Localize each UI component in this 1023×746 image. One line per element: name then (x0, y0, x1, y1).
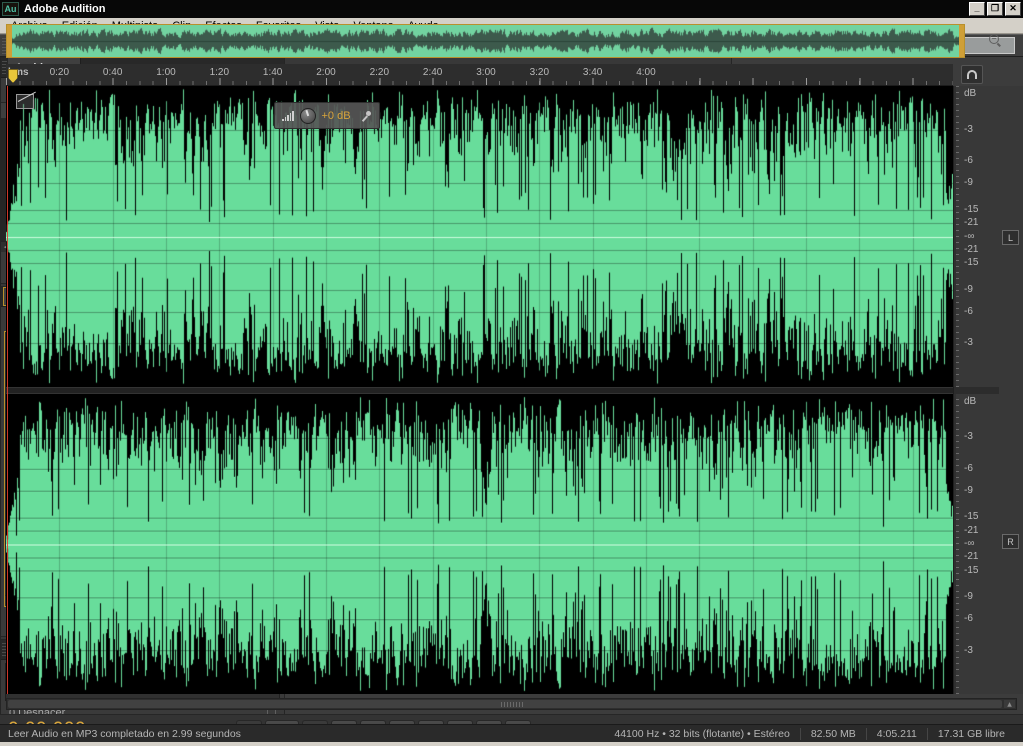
editor-hscrollbar[interactable]: ▲ (6, 698, 1017, 710)
editor-panel: Editor: CantoMama3(original).mp3 ▼ × ▾≡ … (0, 0, 732, 667)
scale-value-label: -15 (964, 511, 978, 522)
audition-logo-icon: Au (2, 2, 19, 16)
waveform-channel-left-canvas[interactable] (6, 86, 953, 387)
status-free-space: 17.31 GB libre (927, 728, 1015, 740)
scale-value-label: -21 (964, 551, 978, 562)
window-title: Adobe Audition (24, 3, 105, 15)
channel-right-button[interactable]: R (1002, 534, 1019, 549)
ruler-label-1-40: 1:40 (263, 67, 282, 78)
ruler-label-1-20: 1:20 (210, 67, 229, 78)
ruler-label-2-00: 2:00 (316, 67, 335, 78)
channel-left-button[interactable]: L (1002, 230, 1019, 245)
scale-value-label: -3 (964, 645, 973, 656)
adobe-audition-window: Au Adobe Audition _ ❐ ✕ ArchivoEdiciónMu… (0, 0, 1023, 746)
restore-button[interactable]: ❐ (987, 2, 1003, 16)
scale-value-label: -3 (964, 124, 973, 135)
zoom-out-overview-icon: − (989, 34, 999, 47)
ruler-label-0-40: 0:40 (103, 67, 122, 78)
waveform-display: +0 dB dB -3 -3 -6 -6 -9 -9 -15 -15 -21 -21 -∞ dB -3 -… (6, 86, 1023, 694)
scale-value-label: -15 (964, 204, 978, 215)
gain-ramp-icon (282, 111, 294, 121)
channel-divider[interactable] (6, 387, 953, 394)
ruler-label-0-20: 0:20 (50, 67, 69, 78)
spectral-opacity-icon[interactable] (16, 94, 34, 109)
timeline-ruler[interactable]: hms 0:200:401:001:201:402:002:202:403:00… (6, 64, 953, 86)
scale-value-label: -15 (964, 257, 978, 268)
ruler-label-2-40: 2:40 (423, 67, 442, 78)
title-bar: Au Adobe Audition _ ❐ ✕ (0, 0, 1023, 18)
waveform-channel-right-canvas[interactable] (6, 394, 953, 695)
magnet-icon (967, 70, 977, 79)
scale-center-label: -∞ (964, 538, 974, 549)
scale-value-label: -9 (964, 284, 973, 295)
amplitude-scale-left: dB -3 -3 -6 -6 -9 -9 -15 -15 -21 -21 -∞ (954, 86, 999, 387)
scrollbar-end-button[interactable]: ▲ (1004, 700, 1015, 708)
scale-value-label: -9 (964, 591, 973, 602)
scale-unit-label: dB (964, 88, 976, 99)
pin-hud-icon[interactable] (361, 110, 372, 122)
status-audio-format: 44100 Hz • 32 bits (flotante) • Estéreo (604, 728, 799, 740)
gain-hud[interactable]: +0 dB (274, 102, 380, 129)
snap-toggle-button[interactable] (961, 65, 983, 84)
status-message: Leer Audio en MP3 completado en 2.99 seg… (8, 728, 241, 740)
gain-value[interactable]: +0 dB (322, 110, 351, 122)
scale-value-label: -15 (964, 565, 978, 576)
scale-value-label: -9 (964, 485, 973, 496)
amplitude-scale: dB -3 -3 -6 -6 -9 -9 -15 -15 -21 -21 -∞ dB -3 -3 -6 -6 -… (953, 86, 999, 694)
status-duration: 4:05.211 (866, 728, 927, 740)
scale-value-label: -6 (964, 463, 973, 474)
waveform-overview[interactable] (6, 24, 965, 58)
status-bar: Leer Audio en MP3 completado en 2.99 seg… (0, 724, 1023, 742)
ruler-label-2-20: 2:20 (370, 67, 389, 78)
scale-value-label: -6 (964, 613, 973, 624)
scale-value-label: -9 (964, 177, 973, 188)
scale-value-label: -6 (964, 306, 973, 317)
playhead-line[interactable] (7, 86, 8, 694)
ruler-label-3-40: 3:40 (583, 67, 602, 78)
ruler-label-4-00: 4:00 (636, 67, 655, 78)
ruler-major-ticks (6, 78, 953, 85)
status-file-size: 82.50 MB (800, 728, 866, 740)
overview-selection[interactable] (6, 24, 965, 58)
waveform-channels: +0 dB (6, 86, 953, 694)
scale-unit-label: dB (964, 396, 976, 407)
scale-value-label: -6 (964, 155, 973, 166)
ruler-label-3-20: 3:20 (530, 67, 549, 78)
scale-center-label: -∞ (964, 231, 974, 242)
ruler-label-3-00: 3:00 (476, 67, 495, 78)
scale-value-label: -21 (964, 244, 978, 255)
channel-rail: L R (999, 86, 1023, 694)
scale-value-label: -3 (964, 431, 973, 442)
minimize-button[interactable]: _ (969, 2, 985, 16)
ruler-label-1-00: 1:00 (156, 67, 175, 78)
amplitude-scale-right: dB -3 -3 -6 -6 -9 -9 -15 -15 -21 -21 -∞ (954, 394, 999, 695)
window-border (0, 742, 1023, 746)
scale-value-label: -3 (964, 337, 973, 348)
scale-value-label: -21 (964, 525, 978, 536)
gain-knob[interactable] (300, 108, 316, 124)
close-button[interactable]: ✕ (1005, 2, 1021, 16)
scale-value-label: -21 (964, 217, 978, 228)
